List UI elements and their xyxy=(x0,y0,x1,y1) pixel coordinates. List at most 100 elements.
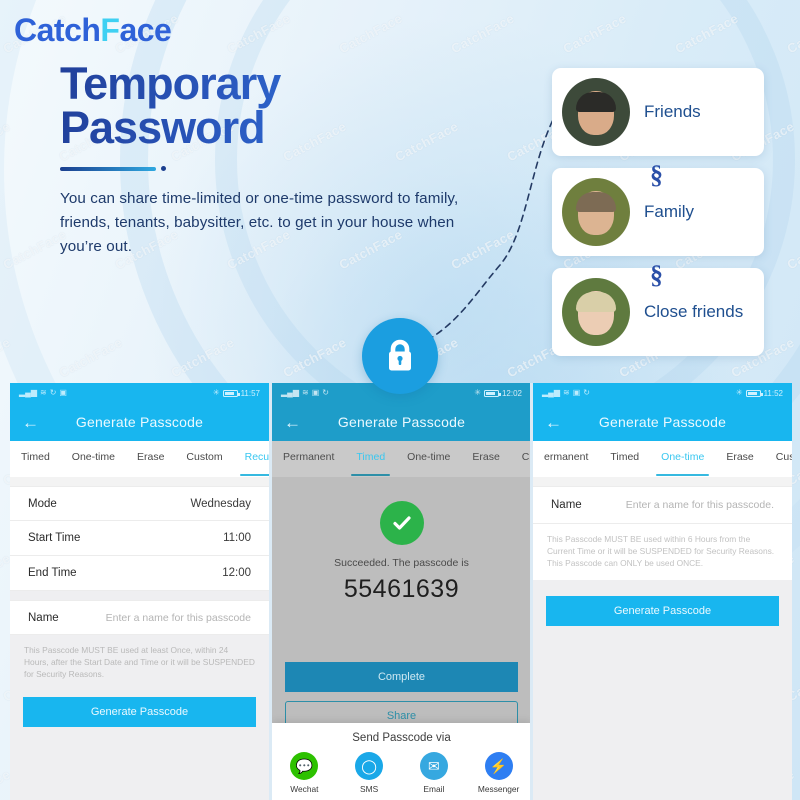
phone-screenshot-left: ▂▄▆ ≋ ↻ ▣ ✳ 11:57 ← Generate Passcode Ti… xyxy=(10,383,269,800)
row-value: 11:00 xyxy=(223,532,251,544)
app-bar-title: Generate Passcode xyxy=(337,414,466,430)
row-value: 12:00 xyxy=(222,567,251,579)
passcode-value: 55461639 xyxy=(343,575,460,603)
tab-custom[interactable]: Custom xyxy=(175,441,233,473)
share-option-label: Email xyxy=(423,784,445,794)
tab-recurring[interactable]: Recurring xyxy=(234,441,269,476)
row-mode[interactable]: Mode Wednesday xyxy=(10,486,269,521)
content-scroll[interactable]: Mode Wednesday Start Time 11:00 End Time… xyxy=(10,486,269,800)
sim-icon: ▣ xyxy=(572,388,581,397)
hero-description: You can share time-limited or one-time p… xyxy=(60,190,459,256)
tab-custom[interactable]: Custom xyxy=(511,441,531,473)
divider-bar xyxy=(60,166,156,171)
tab-bar[interactable]: Timed One-time Erase Custom Recurring xyxy=(10,441,269,476)
share-option-label: Messenger xyxy=(477,784,520,794)
tab-permanent[interactable]: Permanent xyxy=(272,441,345,473)
share-option-label: Wechat xyxy=(290,784,319,794)
app-bar: ← Generate Passcode xyxy=(533,403,792,441)
generate-passcode-button[interactable]: Generate Passcode xyxy=(23,696,256,727)
tab-timed[interactable]: Timed xyxy=(10,441,61,473)
share-option-label: SMS xyxy=(360,784,379,794)
status-bar: ▂▄▆ ≋ ↻ ▣ ✳ 11:57 xyxy=(10,383,269,403)
brand-logo: CatchFace xyxy=(14,12,172,49)
row-label: End Time xyxy=(28,567,77,579)
signal-icon: ▂▄▆ xyxy=(19,388,37,397)
security-note: This Passcode MUST BE used at least Once… xyxy=(24,645,255,680)
app-bar: ← Generate Passcode xyxy=(10,403,269,441)
tab-bar[interactable]: Permanent Timed One-time Erase Custom xyxy=(272,441,531,476)
sim-icon: ▣ xyxy=(59,388,67,397)
row-value: Wednesday xyxy=(190,497,251,510)
green-check-icon xyxy=(379,501,424,545)
row-name[interactable]: Name Enter a name for this passcode xyxy=(10,600,269,635)
back-arrow-icon[interactable]: ← xyxy=(545,414,562,431)
bluetooth-icon: ✳ xyxy=(735,388,743,397)
email-icon: ✉ xyxy=(419,752,448,780)
generate-passcode-button[interactable]: Generate Passcode xyxy=(546,595,779,626)
padlock-icon xyxy=(389,339,411,371)
battery-icon xyxy=(745,389,763,397)
row-label: Start Time xyxy=(28,532,81,544)
tab-bar[interactable]: ermanent Timed One-time Erase Custom xyxy=(533,441,792,476)
row-end-time[interactable]: End Time 12:00 xyxy=(10,556,269,591)
chain-link-icon: § xyxy=(650,160,663,189)
battery-icon xyxy=(483,389,501,397)
content-scroll[interactable]: Name Enter a name for this passcode. Thi… xyxy=(533,486,792,800)
messenger-icon: ⚡ xyxy=(484,752,513,780)
avatar xyxy=(562,78,630,146)
status-time: 12:02 xyxy=(501,388,522,398)
page-title-line2: Password xyxy=(60,102,265,154)
avatar xyxy=(562,178,630,246)
avatar xyxy=(562,278,630,346)
row-start-time[interactable]: Start Time 11:00 xyxy=(10,521,269,556)
tab-one-time[interactable]: One-time xyxy=(396,441,461,473)
wifi-icon: ≋ xyxy=(39,388,47,397)
alarm-icon: ↻ xyxy=(49,388,57,397)
phone-divider xyxy=(269,383,272,800)
tab-timed[interactable]: Timed xyxy=(599,441,650,473)
back-arrow-icon[interactable]: ← xyxy=(22,414,39,431)
app-bar-title: Generate Passcode xyxy=(598,414,727,430)
share-sheet-title: Send Passcode via xyxy=(352,732,451,744)
list-item[interactable]: Friends xyxy=(552,68,764,156)
list-item-label: Family xyxy=(644,201,695,221)
wechat-icon: 💬 xyxy=(290,752,319,780)
tab-one-time[interactable]: One-time xyxy=(650,441,715,476)
bluetooth-icon: ✳ xyxy=(212,388,220,397)
success-message: Succeeded. The passcode is xyxy=(334,557,469,569)
share-option-email[interactable]: ✉ Email xyxy=(406,752,462,794)
row-label: Mode xyxy=(28,497,57,510)
tab-timed[interactable]: Timed xyxy=(345,441,396,476)
brand-logo-part1: Catch xyxy=(14,12,101,48)
share-option-wechat[interactable]: 💬 Wechat xyxy=(276,752,332,794)
back-arrow-icon[interactable]: ← xyxy=(284,414,301,431)
title-divider xyxy=(60,166,480,172)
tab-one-time[interactable]: One-time xyxy=(61,441,126,473)
signal-icon: ▂▄▆ xyxy=(281,388,299,397)
bluetooth-icon: ✳ xyxy=(474,388,481,397)
alarm-icon: ↻ xyxy=(583,388,590,397)
tab-erase[interactable]: Erase xyxy=(461,441,510,473)
row-label: Name xyxy=(28,611,59,624)
share-option-sms[interactable]: ◯ SMS xyxy=(341,752,397,794)
share-sheet: Send Passcode via 💬 Wechat ◯ SMS ✉ Email… xyxy=(272,723,531,800)
divider-dot xyxy=(161,166,166,172)
tab-erase[interactable]: Erase xyxy=(715,441,764,473)
phone-screenshot-right: ▂▄▆ ≋ ▣ ↻ ✳ 11:52 ← Generate Passcode er… xyxy=(533,383,792,800)
share-option-messenger[interactable]: ⚡ Messenger xyxy=(471,752,527,794)
list-item-label: Friends xyxy=(644,101,701,121)
success-block: Succeeded. The passcode is 55461639 xyxy=(272,477,531,604)
row-name[interactable]: Name Enter a name for this passcode. xyxy=(533,486,792,524)
name-input[interactable]: Enter a name for this passcode. xyxy=(626,499,774,511)
phone-screenshot-middle: ▂▄▆ ≋ ▣ ↻ ✳ 12:02 ← Generate Passcode Pe… xyxy=(272,383,531,800)
tab-erase[interactable]: Erase xyxy=(126,441,175,473)
infographic-page: CatchFace CatchFace CatchFace CatchFace Catc… xyxy=(0,0,800,800)
tab-custom[interactable]: Custom xyxy=(765,441,792,473)
complete-button[interactable]: Complete xyxy=(285,662,518,692)
status-time: 11:57 xyxy=(240,388,260,398)
brand-logo-part2: F xyxy=(100,12,120,48)
signal-icon: ▂▄▆ xyxy=(542,388,560,397)
tab-permanent[interactable]: ermanent xyxy=(533,441,599,473)
sim-icon: ▣ xyxy=(311,388,320,397)
name-input[interactable]: Enter a name for this passcode xyxy=(106,612,251,624)
